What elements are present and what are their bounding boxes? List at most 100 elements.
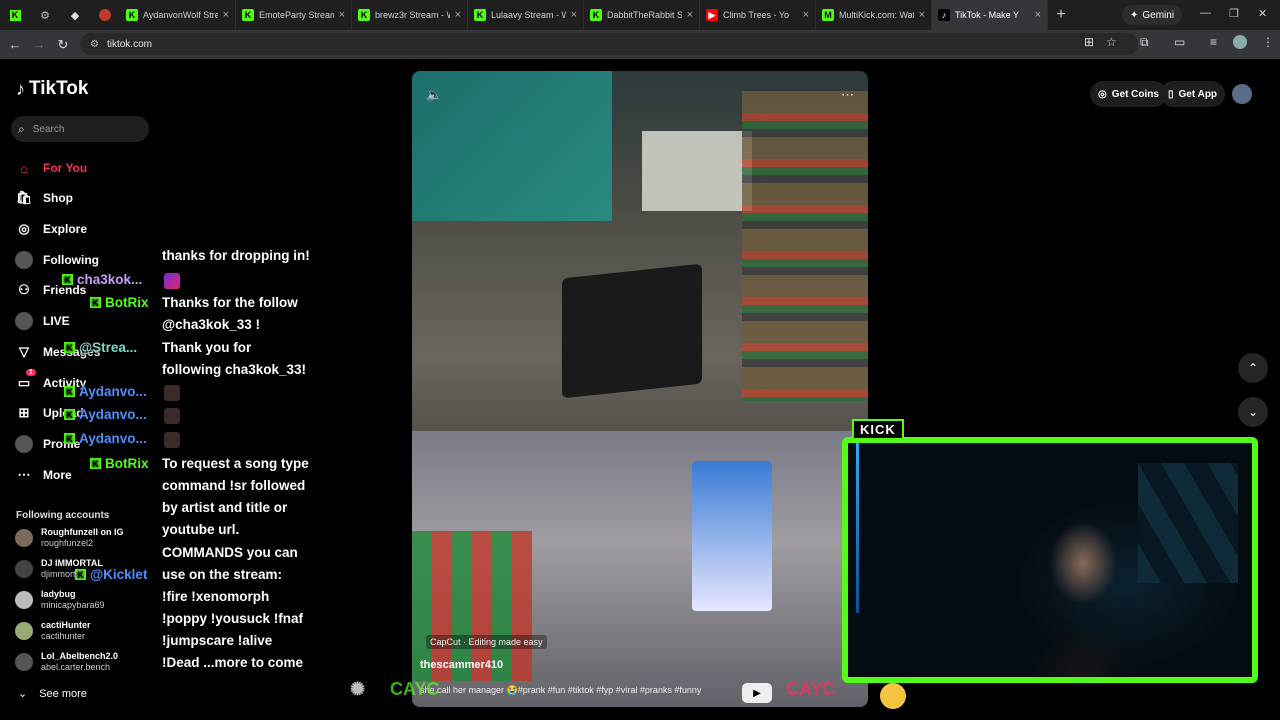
menu-icon[interactable]: ⋮ bbox=[1262, 35, 1274, 49]
address-bar[interactable]: ⚙ tiktok.com bbox=[80, 33, 1138, 55]
video-description: she call her manager 😭#prank #fun #tikto… bbox=[420, 685, 702, 695]
chat-username-text: Aydanvo... bbox=[79, 431, 147, 446]
kick-icon: K bbox=[474, 9, 486, 21]
close-tab-icon[interactable]: × bbox=[919, 9, 925, 21]
close-tab-icon[interactable]: × bbox=[223, 9, 229, 21]
minimize-button[interactable]: — bbox=[1200, 7, 1211, 19]
media-control-icon[interactable]: ≡ bbox=[1210, 35, 1217, 49]
kick-badge-icon: K bbox=[64, 342, 75, 353]
get-coins-label: Get Coins bbox=[1111, 88, 1159, 100]
sidebar-icon[interactable]: ▭ bbox=[1174, 35, 1185, 49]
close-window-button[interactable]: ✕ bbox=[1258, 7, 1267, 20]
sparkle-icon: ✦ bbox=[1130, 9, 1139, 21]
next-video-button[interactable]: ⌄ bbox=[1238, 397, 1268, 427]
following-account[interactable]: ladybug minicapybara69 bbox=[15, 589, 105, 611]
coin-icon: ◎ bbox=[1098, 88, 1107, 100]
search-input[interactable]: ⌕ Search bbox=[11, 116, 149, 142]
previous-video-button[interactable]: ⌃ bbox=[1238, 353, 1268, 383]
kick-badge-icon: K bbox=[64, 386, 75, 397]
close-tab-icon[interactable]: × bbox=[339, 9, 345, 21]
browser-tab[interactable]: K DabbitTheRabbit S × bbox=[584, 0, 700, 30]
see-more-button[interactable]: ⌄ See more bbox=[18, 687, 87, 701]
user-avatar[interactable] bbox=[1232, 84, 1252, 104]
play-icon: ▶ bbox=[742, 683, 772, 703]
more-icon: ⋯ bbox=[17, 467, 31, 482]
search-icon: ⌕ bbox=[18, 121, 25, 136]
install-app-icon[interactable]: ⊞ bbox=[1084, 35, 1094, 49]
mute-icon[interactable]: 🔈 bbox=[426, 87, 442, 103]
kick-label: KICK bbox=[852, 419, 904, 440]
sidebar-item-following[interactable]: ● Following bbox=[15, 249, 155, 271]
browser-tab[interactable]: K EmoteParty Stream × bbox=[236, 0, 352, 30]
pinned-tab-settings[interactable]: ⚙ bbox=[30, 0, 60, 30]
site-info-icon[interactable]: ⚙ bbox=[90, 39, 99, 50]
sidebar-item-label: More bbox=[43, 468, 72, 482]
browser-tab[interactable]: ♪ TikTok - Make Y × bbox=[932, 0, 1048, 30]
new-tab-button[interactable]: + bbox=[1048, 6, 1074, 24]
profile-avatar[interactable] bbox=[1233, 35, 1247, 49]
browser-tab[interactable]: M MultiKick.com: Wat × bbox=[816, 0, 932, 30]
avatar bbox=[15, 560, 33, 578]
video-player[interactable]: 🔈 ⋯ CapCut · Editing made easy thescamme… bbox=[412, 71, 868, 707]
sidebar-item-explore[interactable]: ◎ Explore bbox=[15, 218, 155, 240]
close-tab-icon[interactable]: × bbox=[1035, 9, 1041, 21]
more-options-icon[interactable]: ⋯ bbox=[841, 87, 854, 103]
video-author[interactable]: thescammer410 bbox=[420, 659, 503, 671]
chat-message-text: youtube url. bbox=[162, 522, 240, 537]
close-tab-icon[interactable]: × bbox=[687, 9, 693, 21]
sidebar-item-for you[interactable]: ⌂ For You bbox=[15, 157, 155, 179]
tab-title: MultiKick.com: Wat bbox=[839, 10, 914, 20]
capcut-label[interactable]: CapCut · Editing made easy bbox=[426, 635, 547, 649]
sidebar-item-label: Explore bbox=[43, 222, 88, 236]
get-app-button[interactable]: ▯ Get App bbox=[1160, 81, 1226, 107]
following-account[interactable]: Lol_Abelbench2.0 abel.carter.bench bbox=[15, 651, 118, 673]
pinned-tab-diamond[interactable]: ◆ bbox=[60, 0, 90, 30]
avatar-icon: ● bbox=[15, 251, 33, 269]
tiktok-icon: ♪ bbox=[938, 9, 950, 21]
multikick-icon: M bbox=[822, 9, 834, 21]
back-button[interactable]: ← bbox=[3, 37, 27, 52]
extensions-icon[interactable]: ⧉ bbox=[1140, 35, 1149, 50]
chat-message-text: !poppy !yousuck !fnaf bbox=[162, 611, 303, 626]
sidebar-item-live[interactable]: ● LIVE bbox=[15, 310, 155, 332]
account-handle: cactihunter bbox=[41, 631, 86, 641]
chat-username: K Aydanvo... bbox=[64, 384, 147, 399]
kick-badge-icon: K bbox=[64, 409, 75, 420]
pinned-tab-media[interactable] bbox=[90, 0, 120, 30]
browser-tab[interactable]: K AydanvonWolf Stre × bbox=[120, 0, 236, 30]
chat-username: K Aydanvo... bbox=[64, 407, 147, 422]
tiktok-logo[interactable]: ♪ TikTok bbox=[16, 78, 88, 100]
wall-panels bbox=[1138, 463, 1238, 583]
youtube-icon: ▶ bbox=[706, 9, 718, 21]
close-tab-icon[interactable]: × bbox=[455, 9, 461, 21]
tab-title: EmoteParty Stream bbox=[259, 10, 334, 20]
following-account[interactable]: cactiHunter cactihunter bbox=[15, 620, 91, 642]
shop-icon: 🛍 bbox=[15, 190, 33, 205]
tab-title: TikTok - Make Y bbox=[955, 10, 1020, 20]
browser-tab[interactable]: ▶ Climb Trees - Yo × bbox=[700, 0, 816, 30]
pinned-tab-kick[interactable]: K bbox=[0, 0, 30, 30]
browser-tab[interactable]: K brewz3r Stream - W × bbox=[352, 0, 468, 30]
profile-icon: ● bbox=[15, 435, 33, 453]
kick-icon: K bbox=[126, 9, 138, 21]
kick-icon: K bbox=[9, 9, 21, 21]
chat-message-text: Thanks for the follow bbox=[162, 295, 298, 310]
kick-badge-icon: K bbox=[75, 569, 86, 580]
forward-button[interactable]: → bbox=[27, 37, 51, 52]
close-tab-icon[interactable]: × bbox=[803, 9, 809, 21]
chat-message-text: following cha3kok_33! bbox=[162, 362, 307, 377]
gemini-button[interactable]: ✦ Gemini bbox=[1122, 5, 1183, 25]
sidebar-item-shop[interactable]: 🛍 Shop bbox=[15, 187, 155, 209]
tiktok-page: ♪ TikTok ⌕ Search ⌂ For You 🛍 Shop ◎ Explo… bbox=[0, 59, 1280, 720]
tiktok-note-icon: ♪ bbox=[16, 78, 25, 99]
reload-button[interactable]: ↻ bbox=[51, 37, 75, 53]
following-account[interactable]: Roughfunzell on IG roughfunzel2 bbox=[15, 527, 124, 549]
close-tab-icon[interactable]: × bbox=[571, 9, 577, 21]
maximize-button[interactable]: ❐ bbox=[1229, 7, 1239, 20]
bookmark-star-icon[interactable]: ☆ bbox=[1106, 35, 1117, 49]
browser-tab[interactable]: K Lulaavy Stream - W × bbox=[468, 0, 584, 30]
get-coins-button[interactable]: ◎ Get Coins bbox=[1090, 81, 1167, 107]
webcam-overlay bbox=[842, 437, 1258, 683]
see-more-label: See more bbox=[39, 687, 87, 700]
kick-icon: K bbox=[590, 9, 602, 21]
